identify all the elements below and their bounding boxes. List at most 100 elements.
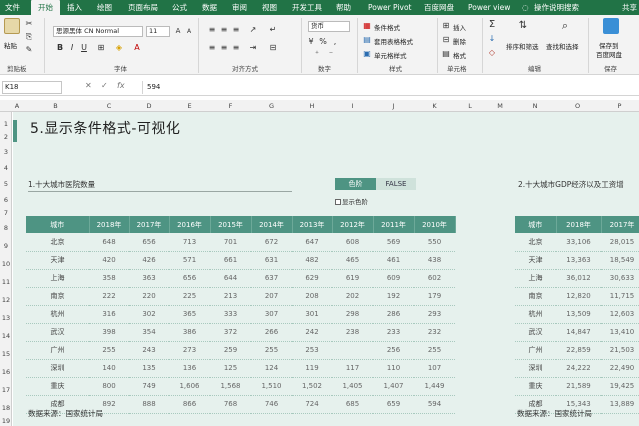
show-color-scale-checkbox[interactable]: 显示色阶 (335, 196, 368, 206)
align-right-icon[interactable]: ≡ (231, 43, 241, 52)
value-cell[interactable]: 110 (373, 359, 414, 378)
tab-view[interactable]: 视图 (262, 0, 277, 15)
value-cell[interactable]: 644 (210, 269, 251, 288)
row-header[interactable]: 17 (0, 386, 12, 394)
value-cell[interactable]: 30,633 (601, 269, 639, 288)
value-cell[interactable]: 301 (292, 305, 332, 324)
value-cell[interactable]: 1,502 (292, 377, 332, 396)
column-header[interactable]: L (455, 100, 485, 112)
city-cell[interactable]: 武汉 (515, 323, 556, 342)
tab-review[interactable]: 审阅 (232, 0, 247, 15)
value-cell[interactable]: 465 (332, 251, 373, 270)
column-header-cell[interactable]: 2017年 (601, 216, 639, 233)
tab-formulas[interactable]: 公式 (172, 0, 187, 15)
value-cell[interactable]: 749 (129, 377, 169, 396)
city-cell[interactable]: 重庆 (515, 377, 556, 396)
value-cell[interactable]: 13,509 (556, 305, 601, 324)
column-header[interactable]: N (515, 100, 555, 112)
value-cell[interactable]: 608 (332, 233, 373, 252)
city-cell[interactable]: 天津 (515, 251, 556, 270)
value-cell[interactable]: 24,222 (556, 359, 601, 378)
worksheet[interactable]: 5.显示条件格式-可视化 1.十大城市医院数量 2.十大城市GDP经济以及工资增… (13, 112, 639, 426)
value-cell[interactable]: 293 (414, 305, 455, 324)
value-cell[interactable]: 21,589 (556, 377, 601, 396)
insert-cells-button[interactable]: 插入 (453, 22, 466, 32)
value-cell[interactable]: 461 (373, 251, 414, 270)
value-cell[interactable]: 482 (292, 251, 332, 270)
row-header[interactable]: 19 (0, 417, 12, 425)
font-name-select[interactable]: 思源黑体 CN Normal (53, 26, 143, 37)
column-header[interactable]: M (485, 100, 515, 112)
column-header[interactable]: F (210, 100, 251, 112)
row-header[interactable]: 5 (0, 180, 12, 188)
align-top-icon[interactable]: ≡ (207, 25, 217, 34)
column-header-cell[interactable]: 2017年 (129, 216, 170, 233)
value-cell[interactable]: 266 (251, 323, 292, 342)
column-header[interactable]: K (414, 100, 455, 112)
save-to-line2[interactable]: 百度网盘 (596, 49, 622, 59)
column-header-cell[interactable]: 2010年 (414, 216, 456, 233)
value-cell[interactable]: 273 (169, 341, 210, 360)
column-header-cell[interactable]: 2011年 (373, 216, 415, 233)
city-cell[interactable]: 天津 (26, 251, 89, 270)
value-cell[interactable]: 685 (332, 395, 373, 414)
city-cell[interactable]: 武汉 (26, 323, 89, 342)
align-bottom-icon[interactable]: ≡ (231, 25, 241, 34)
cell-styles-button[interactable]: 单元格样式 (374, 50, 407, 60)
city-cell[interactable]: 广州 (26, 341, 89, 360)
column-header-cell[interactable]: 2014年 (251, 216, 293, 233)
value-cell[interactable]: 233 (373, 323, 414, 342)
shrink-font-icon[interactable]: A (184, 27, 194, 36)
underline-button[interactable]: U (79, 43, 89, 52)
column-header[interactable]: E (169, 100, 210, 112)
value-cell[interactable]: 594 (414, 395, 455, 414)
column-header-cell[interactable]: 2015年 (210, 216, 252, 233)
tab-help[interactable]: 帮助 (336, 0, 351, 15)
city-cell[interactable]: 杭州 (26, 305, 89, 324)
paste-button[interactable]: 粘贴 (4, 40, 17, 50)
tab-developer[interactable]: 开发工具 (292, 0, 322, 15)
column-header[interactable]: G (251, 100, 292, 112)
increase-decimal-icon[interactable]: ⁺ (312, 49, 322, 58)
color-scale-toggle[interactable]: 色阶 FALSE (335, 178, 416, 190)
value-cell[interactable]: 255 (89, 341, 129, 360)
tab-home[interactable]: 开始 (31, 0, 60, 15)
column-header-cell[interactable]: 城市 (26, 216, 90, 233)
fill-color-icon[interactable]: ◈ (114, 43, 124, 52)
value-cell[interactable]: 1,407 (373, 377, 414, 396)
value-cell[interactable]: 656 (129, 233, 169, 252)
value-cell[interactable]: 117 (332, 359, 373, 378)
tab-draw[interactable]: 绘图 (97, 0, 112, 15)
city-cell[interactable]: 上海 (515, 269, 556, 288)
city-cell[interactable]: 深圳 (515, 359, 556, 378)
value-cell[interactable]: 125 (210, 359, 251, 378)
tab-power-view[interactable]: Power view (468, 0, 510, 15)
value-cell[interactable]: 672 (251, 233, 292, 252)
font-color-icon[interactable]: A (132, 43, 142, 52)
city-cell[interactable]: 南京 (26, 287, 89, 306)
toggle-on-label[interactable]: 色阶 (335, 178, 376, 190)
merge-icon[interactable]: ⊟ (268, 43, 278, 52)
value-cell[interactable]: 866 (169, 395, 210, 414)
value-cell[interactable]: 12,820 (556, 287, 601, 306)
row-header[interactable]: 13 (0, 314, 12, 322)
tab-power-pivot[interactable]: Power Pivot (368, 0, 411, 15)
sort-filter-button[interactable]: 排序和筛选 (506, 41, 539, 51)
value-cell[interactable]: 119 (292, 359, 332, 378)
row-header[interactable]: 6 (0, 196, 12, 204)
insert-function-icon[interactable]: fx (117, 81, 125, 90)
format-cells-button[interactable]: 格式 (453, 50, 466, 60)
column-header[interactable]: P (600, 100, 639, 112)
value-cell[interactable]: 1,510 (251, 377, 292, 396)
city-cell[interactable]: 杭州 (515, 305, 556, 324)
indent-icon[interactable]: ⇥ (248, 43, 258, 52)
row-header[interactable]: 15 (0, 350, 12, 358)
italic-button[interactable]: I (67, 43, 77, 52)
value-cell[interactable]: 659 (373, 395, 414, 414)
wrap-text-icon[interactable]: ↵ (268, 25, 278, 34)
value-cell[interactable]: 365 (169, 305, 210, 324)
value-cell[interactable]: 637 (251, 269, 292, 288)
row-header[interactable]: 16 (0, 368, 12, 376)
value-cell[interactable]: 724 (292, 395, 332, 414)
value-cell[interactable]: 333 (210, 305, 251, 324)
